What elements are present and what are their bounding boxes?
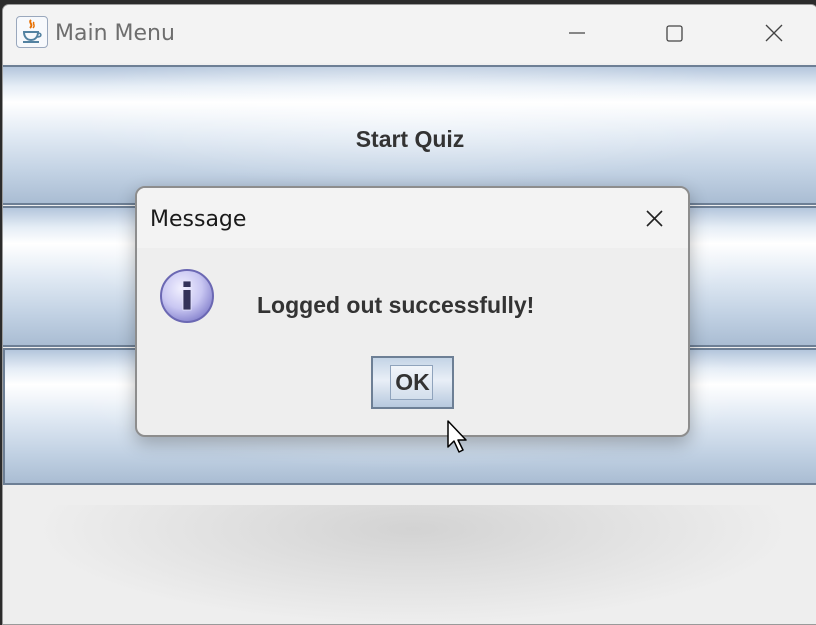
ok-label: OK	[395, 369, 430, 395]
maximize-icon	[666, 25, 683, 42]
window-title: Main Menu	[55, 21, 175, 46]
minimize-button[interactable]	[555, 15, 599, 51]
reflection-area	[33, 505, 793, 624]
start-quiz-button[interactable]: Start Quiz	[3, 65, 816, 205]
close-icon	[765, 24, 783, 42]
close-button[interactable]	[752, 15, 796, 51]
close-icon	[646, 210, 663, 227]
maximize-button[interactable]	[652, 15, 696, 51]
minimize-icon	[569, 32, 585, 34]
dialog-title-bar[interactable]: Message	[137, 188, 688, 248]
start-quiz-label: Start Quiz	[355, 126, 465, 152]
mouse-pointer-icon	[447, 420, 467, 453]
title-bar[interactable]: Main Menu	[3, 5, 816, 63]
dialog-title: Message	[150, 207, 247, 232]
dialog-close-button[interactable]	[633, 202, 677, 236]
java-cup-icon	[16, 16, 48, 48]
dialog-message: Logged out successfully!	[257, 292, 535, 318]
info-icon	[158, 267, 216, 325]
ok-button[interactable]: OK	[371, 356, 454, 409]
message-dialog: Message Logged out successfully! OK	[135, 186, 690, 437]
